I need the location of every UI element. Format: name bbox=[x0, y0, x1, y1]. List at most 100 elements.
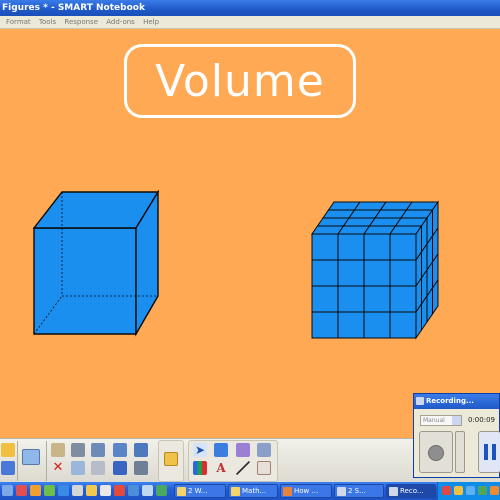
recorder-title-bar[interactable]: Recording... bbox=[414, 394, 499, 409]
pens-icon[interactable] bbox=[193, 461, 207, 475]
front-unit-cube bbox=[363, 285, 391, 313]
screen-icon[interactable] bbox=[71, 461, 85, 475]
window-title-bar: Figures * - SMART Notebook bbox=[0, 0, 500, 16]
quicklaunch-icon[interactable] bbox=[58, 485, 69, 496]
lock-icon[interactable] bbox=[164, 452, 178, 466]
front-unit-cube bbox=[363, 311, 391, 339]
pause-icon bbox=[492, 444, 496, 460]
pause-button[interactable] bbox=[478, 431, 500, 473]
cube-front-face bbox=[33, 227, 137, 335]
front-unit-cube bbox=[389, 259, 417, 287]
menu-tools[interactable]: Tools bbox=[39, 18, 56, 26]
table-icon[interactable] bbox=[91, 461, 105, 475]
fill-icon[interactable] bbox=[113, 443, 127, 457]
front-unit-cube bbox=[337, 311, 365, 339]
text-icon[interactable]: A bbox=[214, 461, 228, 475]
quicklaunch-icon[interactable] bbox=[156, 485, 167, 496]
taskbar-item[interactable]: How ... bbox=[280, 484, 332, 498]
notebook-icon bbox=[337, 487, 346, 496]
front-unit-cube bbox=[363, 233, 391, 261]
window-title: Figures * - SMART Notebook bbox=[2, 3, 145, 13]
eraser-tool-icon[interactable] bbox=[257, 461, 271, 475]
new-page-icon[interactable] bbox=[1, 443, 15, 457]
front-unit-cube bbox=[337, 233, 365, 261]
recorder-app-icon bbox=[416, 397, 424, 405]
task-label: Math... bbox=[242, 487, 267, 495]
quicklaunch-icon[interactable] bbox=[128, 485, 139, 496]
windows-taskbar: 2 W... Math... How ... 2 S... Reco... bbox=[0, 482, 500, 500]
quicklaunch-icon[interactable] bbox=[72, 485, 83, 496]
unit-cubes-block[interactable] bbox=[309, 194, 444, 344]
record-icon bbox=[428, 445, 444, 461]
tray-icon[interactable] bbox=[454, 486, 463, 495]
record-button[interactable] bbox=[419, 431, 453, 473]
save-icon[interactable] bbox=[1, 461, 15, 475]
front-unit-cube bbox=[389, 311, 417, 339]
select-arrow-icon[interactable]: ➤ bbox=[193, 443, 207, 457]
menu-bar: Format Tools Response Add-ons Help bbox=[0, 16, 500, 29]
shapes-icon[interactable] bbox=[214, 443, 228, 457]
menu-format[interactable]: Format bbox=[6, 18, 31, 26]
recorder-window[interactable]: Recording... Manual 0:00:09 bbox=[413, 393, 500, 478]
taskbar-item-active[interactable]: Reco... bbox=[386, 484, 436, 498]
quicklaunch-icon[interactable] bbox=[30, 485, 41, 496]
screen-shade-icon[interactable] bbox=[22, 449, 40, 465]
camera-icon[interactable] bbox=[71, 443, 85, 457]
record-options-dropdown[interactable] bbox=[455, 431, 465, 473]
recorder-icon bbox=[389, 487, 398, 496]
taskbar-item[interactable]: 2 S... bbox=[334, 484, 384, 498]
quicklaunch-icon[interactable] bbox=[16, 485, 27, 496]
undo-icon[interactable] bbox=[91, 443, 105, 457]
tray-icon[interactable] bbox=[478, 486, 487, 495]
magic-pen-icon[interactable] bbox=[236, 443, 250, 457]
pause-icon bbox=[484, 444, 488, 460]
front-unit-cube bbox=[389, 233, 417, 261]
menu-response[interactable]: Response bbox=[64, 18, 98, 26]
tray-icon[interactable] bbox=[490, 486, 499, 495]
front-unit-cube bbox=[389, 285, 417, 313]
menu-help[interactable]: Help bbox=[143, 18, 159, 26]
close-object-icon[interactable] bbox=[113, 461, 127, 475]
front-unit-cube bbox=[311, 311, 339, 339]
task-label: How ... bbox=[294, 487, 319, 495]
folder-icon bbox=[231, 487, 240, 496]
task-label: 2 S... bbox=[348, 487, 366, 495]
paste-icon[interactable] bbox=[51, 443, 65, 457]
system-tray bbox=[437, 482, 500, 500]
task-label: Reco... bbox=[400, 487, 424, 495]
folder-icon bbox=[177, 487, 186, 496]
recording-time: 0:00:09 bbox=[468, 416, 495, 424]
browser-icon bbox=[283, 487, 292, 496]
taskbar-item[interactable]: 2 W... bbox=[174, 484, 226, 498]
quicklaunch-icon[interactable] bbox=[142, 485, 153, 496]
recorder-title: Recording... bbox=[426, 397, 474, 405]
toolbar-separator bbox=[17, 441, 18, 481]
front-unit-cube bbox=[363, 259, 391, 287]
recording-mode-select[interactable]: Manual bbox=[420, 415, 462, 426]
tray-icon[interactable] bbox=[442, 486, 451, 495]
slide-title: Volume bbox=[155, 55, 325, 107]
quicklaunch-icon[interactable] bbox=[44, 485, 55, 496]
task-label: 2 W... bbox=[188, 487, 208, 495]
line-icon[interactable] bbox=[236, 461, 250, 475]
delete-icon[interactable]: ✕ bbox=[51, 461, 65, 475]
front-unit-cube bbox=[311, 285, 339, 313]
quicklaunch-icon[interactable] bbox=[2, 485, 13, 496]
front-unit-cube bbox=[337, 259, 365, 287]
recording-mode-value: Manual bbox=[423, 417, 445, 424]
eraser-icon[interactable] bbox=[257, 443, 271, 457]
solid-cube[interactable] bbox=[32, 189, 162, 340]
menu-add-ons[interactable]: Add-ons bbox=[106, 18, 135, 26]
front-unit-cube bbox=[311, 233, 339, 261]
taskbar-item[interactable]: Math... bbox=[228, 484, 278, 498]
slide-title-box[interactable]: Volume bbox=[124, 44, 356, 118]
quicklaunch-icon[interactable] bbox=[86, 485, 97, 496]
notebook-canvas[interactable]: Volume bbox=[0, 30, 500, 438]
properties-icon[interactable] bbox=[134, 461, 148, 475]
toolbar-separator bbox=[46, 441, 47, 481]
front-unit-cube bbox=[311, 259, 339, 287]
quicklaunch-icon[interactable] bbox=[100, 485, 111, 496]
tray-icon[interactable] bbox=[466, 486, 475, 495]
quicklaunch-icon[interactable] bbox=[114, 485, 125, 496]
monitor-icon[interactable] bbox=[134, 443, 148, 457]
